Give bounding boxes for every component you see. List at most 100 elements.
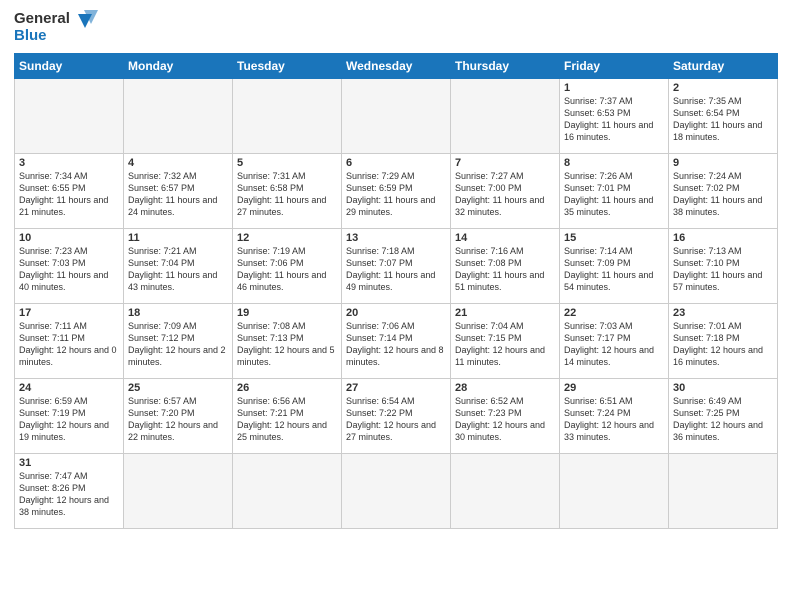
calendar-day-cell: 27Sunrise: 6:54 AM Sunset: 7:22 PM Dayli… [342,378,451,453]
calendar-day-cell: 13Sunrise: 7:18 AM Sunset: 7:07 PM Dayli… [342,228,451,303]
logo-triangle-icon [78,10,98,32]
day-info: Sunrise: 7:16 AM Sunset: 7:08 PM Dayligh… [455,245,555,294]
calendar-day-cell: 24Sunrise: 6:59 AM Sunset: 7:19 PM Dayli… [15,378,124,453]
day-info: Sunrise: 7:29 AM Sunset: 6:59 PM Dayligh… [346,170,446,219]
day-number: 31 [19,457,119,469]
day-info: Sunrise: 7:06 AM Sunset: 7:14 PM Dayligh… [346,320,446,369]
day-info: Sunrise: 7:01 AM Sunset: 7:18 PM Dayligh… [673,320,773,369]
day-number: 27 [346,382,446,394]
calendar-day-cell [342,453,451,528]
day-number: 19 [237,307,337,319]
day-number: 15 [564,232,664,244]
calendar-day-cell: 8Sunrise: 7:26 AM Sunset: 7:01 PM Daylig… [560,153,669,228]
calendar-day-cell: 22Sunrise: 7:03 AM Sunset: 7:17 PM Dayli… [560,303,669,378]
day-number: 18 [128,307,228,319]
day-number: 1 [564,82,664,94]
day-number: 3 [19,157,119,169]
day-number: 10 [19,232,119,244]
day-number: 22 [564,307,664,319]
day-number: 29 [564,382,664,394]
calendar-header: SundayMondayTuesdayWednesdayThursdayFrid… [15,53,778,78]
calendar-week-row: 17Sunrise: 7:11 AM Sunset: 7:11 PM Dayli… [15,303,778,378]
calendar-day-cell: 19Sunrise: 7:08 AM Sunset: 7:13 PM Dayli… [233,303,342,378]
day-info: Sunrise: 7:27 AM Sunset: 7:00 PM Dayligh… [455,170,555,219]
calendar-week-row: 31Sunrise: 7:47 AM Sunset: 8:26 PM Dayli… [15,453,778,528]
day-info: Sunrise: 7:18 AM Sunset: 7:07 PM Dayligh… [346,245,446,294]
calendar-day-cell [15,78,124,153]
day-info: Sunrise: 7:21 AM Sunset: 7:04 PM Dayligh… [128,245,228,294]
weekday-header-monday: Monday [124,53,233,78]
calendar-day-cell: 20Sunrise: 7:06 AM Sunset: 7:14 PM Dayli… [342,303,451,378]
calendar-day-cell [233,453,342,528]
day-number: 24 [19,382,119,394]
calendar-day-cell: 17Sunrise: 7:11 AM Sunset: 7:11 PM Dayli… [15,303,124,378]
calendar-day-cell: 21Sunrise: 7:04 AM Sunset: 7:15 PM Dayli… [451,303,560,378]
calendar-week-row: 24Sunrise: 6:59 AM Sunset: 7:19 PM Dayli… [15,378,778,453]
day-number: 26 [237,382,337,394]
logo-blue-text: Blue [14,27,70,44]
calendar-day-cell: 10Sunrise: 7:23 AM Sunset: 7:03 PM Dayli… [15,228,124,303]
day-info: Sunrise: 7:24 AM Sunset: 7:02 PM Dayligh… [673,170,773,219]
day-number: 12 [237,232,337,244]
day-info: Sunrise: 7:11 AM Sunset: 7:11 PM Dayligh… [19,320,119,369]
header: General Blue [14,10,778,45]
day-info: Sunrise: 7:31 AM Sunset: 6:58 PM Dayligh… [237,170,337,219]
day-number: 21 [455,307,555,319]
calendar-day-cell [233,78,342,153]
day-info: Sunrise: 7:23 AM Sunset: 7:03 PM Dayligh… [19,245,119,294]
day-info: Sunrise: 6:52 AM Sunset: 7:23 PM Dayligh… [455,395,555,444]
day-info: Sunrise: 7:32 AM Sunset: 6:57 PM Dayligh… [128,170,228,219]
day-number: 20 [346,307,446,319]
calendar-day-cell: 2Sunrise: 7:35 AM Sunset: 6:54 PM Daylig… [669,78,778,153]
calendar-day-cell: 15Sunrise: 7:14 AM Sunset: 7:09 PM Dayli… [560,228,669,303]
calendar-day-cell: 25Sunrise: 6:57 AM Sunset: 7:20 PM Dayli… [124,378,233,453]
calendar-week-row: 1Sunrise: 7:37 AM Sunset: 6:53 PM Daylig… [15,78,778,153]
weekday-header-friday: Friday [560,53,669,78]
calendar-day-cell: 30Sunrise: 6:49 AM Sunset: 7:25 PM Dayli… [669,378,778,453]
day-info: Sunrise: 6:49 AM Sunset: 7:25 PM Dayligh… [673,395,773,444]
day-info: Sunrise: 7:03 AM Sunset: 7:17 PM Dayligh… [564,320,664,369]
calendar-table: SundayMondayTuesdayWednesdayThursdayFrid… [14,53,778,529]
calendar-day-cell: 11Sunrise: 7:21 AM Sunset: 7:04 PM Dayli… [124,228,233,303]
calendar-day-cell: 12Sunrise: 7:19 AM Sunset: 7:06 PM Dayli… [233,228,342,303]
day-number: 4 [128,157,228,169]
calendar-day-cell: 23Sunrise: 7:01 AM Sunset: 7:18 PM Dayli… [669,303,778,378]
logo-general-text: General [14,10,70,27]
calendar-day-cell [451,453,560,528]
weekday-header-sunday: Sunday [15,53,124,78]
weekday-header-thursday: Thursday [451,53,560,78]
weekday-header-saturday: Saturday [669,53,778,78]
calendar-day-cell: 7Sunrise: 7:27 AM Sunset: 7:00 PM Daylig… [451,153,560,228]
day-number: 23 [673,307,773,319]
calendar-day-cell: 18Sunrise: 7:09 AM Sunset: 7:12 PM Dayli… [124,303,233,378]
day-info: Sunrise: 7:35 AM Sunset: 6:54 PM Dayligh… [673,95,773,144]
calendar-day-cell [124,78,233,153]
day-info: Sunrise: 6:51 AM Sunset: 7:24 PM Dayligh… [564,395,664,444]
day-info: Sunrise: 7:37 AM Sunset: 6:53 PM Dayligh… [564,95,664,144]
day-info: Sunrise: 7:13 AM Sunset: 7:10 PM Dayligh… [673,245,773,294]
calendar-day-cell [451,78,560,153]
calendar-day-cell: 5Sunrise: 7:31 AM Sunset: 6:58 PM Daylig… [233,153,342,228]
day-number: 30 [673,382,773,394]
day-number: 25 [128,382,228,394]
day-number: 28 [455,382,555,394]
day-number: 14 [455,232,555,244]
day-info: Sunrise: 7:08 AM Sunset: 7:13 PM Dayligh… [237,320,337,369]
day-number: 6 [346,157,446,169]
day-info: Sunrise: 7:26 AM Sunset: 7:01 PM Dayligh… [564,170,664,219]
day-number: 17 [19,307,119,319]
day-number: 2 [673,82,773,94]
calendar-day-cell: 4Sunrise: 7:32 AM Sunset: 6:57 PM Daylig… [124,153,233,228]
calendar-day-cell [560,453,669,528]
day-number: 16 [673,232,773,244]
day-info: Sunrise: 6:57 AM Sunset: 7:20 PM Dayligh… [128,395,228,444]
calendar-day-cell: 31Sunrise: 7:47 AM Sunset: 8:26 PM Dayli… [15,453,124,528]
page: General Blue SundayMondayTuesdayWednesda… [0,0,792,612]
calendar-week-row: 3Sunrise: 7:34 AM Sunset: 6:55 PM Daylig… [15,153,778,228]
day-number: 5 [237,157,337,169]
day-info: Sunrise: 6:54 AM Sunset: 7:22 PM Dayligh… [346,395,446,444]
calendar-day-cell: 29Sunrise: 6:51 AM Sunset: 7:24 PM Dayli… [560,378,669,453]
day-number: 13 [346,232,446,244]
calendar-day-cell [342,78,451,153]
day-info: Sunrise: 7:34 AM Sunset: 6:55 PM Dayligh… [19,170,119,219]
